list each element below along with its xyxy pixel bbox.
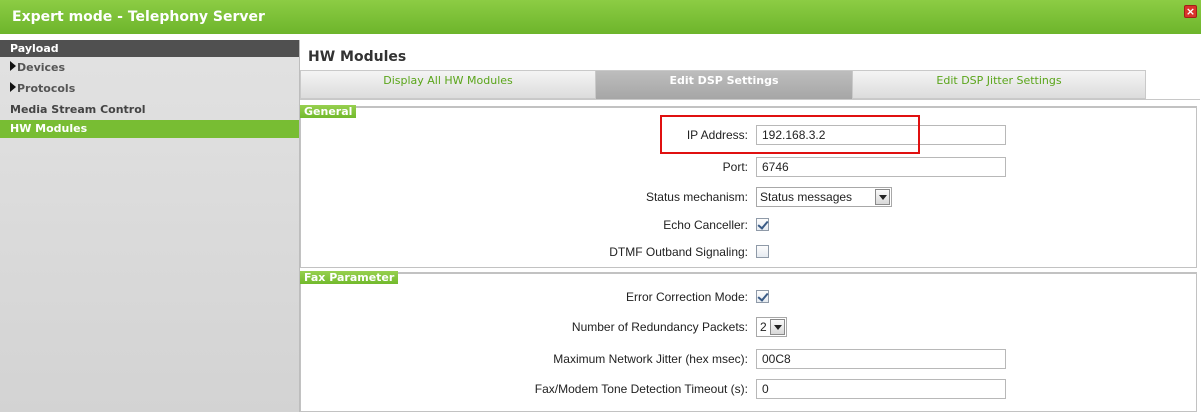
max-jitter-input[interactable] <box>756 349 1006 369</box>
chevron-down-icon[interactable] <box>770 319 785 335</box>
close-icon[interactable]: × <box>1184 5 1197 18</box>
window-titlebar: Expert mode - Telephony Server × <box>0 0 1201 34</box>
error-correction-label: Error Correction Mode: <box>625 290 748 304</box>
redundancy-packets-value: 2 <box>760 320 767 334</box>
port-row: Port: <box>301 156 1198 179</box>
echo-canceller-label: Echo Canceller: <box>663 218 748 232</box>
sidebar: Payload Devices Protocols Media Stream C… <box>0 40 300 412</box>
tone-timeout-label: Fax/Modem Tone Detection Timeout (s): <box>534 382 748 396</box>
max-jitter-label: Maximum Network Jitter (hex msec): <box>553 352 748 366</box>
tab-display-all-hw-modules[interactable]: Display All HW Modules <box>300 70 596 99</box>
sidebar-item-label: Protocols <box>17 82 76 95</box>
tab-bar: Display All HW Modules Edit DSP Settings… <box>300 70 1200 100</box>
status-mechanism-label: Status mechanism: <box>645 190 748 204</box>
port-label: Port: <box>722 160 748 174</box>
max-jitter-row: Maximum Network Jitter (hex msec): <box>301 348 1198 371</box>
page-title: HW Modules <box>308 49 407 65</box>
sidebar-item-protocols[interactable]: Protocols <box>0 78 299 99</box>
dtmf-outband-row: DTMF Outband Signaling: <box>301 241 1198 264</box>
status-mechanism-row: Status mechanism: Status messages <box>301 186 1198 209</box>
ip-address-input[interactable] <box>756 125 1006 145</box>
window-title: Expert mode - Telephony Server <box>12 9 265 25</box>
sidebar-item-label: HW Modules <box>10 122 88 135</box>
fax-parameter-section-label: Fax Parameter <box>300 271 399 284</box>
error-correction-row: Error Correction Mode: <box>301 286 1198 309</box>
fax-parameter-section: Fax Parameter Error Correction Mode: Num… <box>300 271 1198 412</box>
chevron-down-icon[interactable] <box>875 189 890 205</box>
sidebar-item-hw-modules[interactable]: HW Modules <box>0 120 299 138</box>
ip-address-row: IP Address: <box>301 124 1198 147</box>
port-input[interactable] <box>756 157 1006 177</box>
redundancy-packets-select[interactable]: 2 <box>756 317 787 337</box>
echo-canceller-row: Echo Canceller: <box>301 214 1198 237</box>
status-mechanism-select[interactable]: Status messages <box>756 187 892 207</box>
sidebar-item-label: Devices <box>17 61 66 74</box>
general-section: General IP Address: Port: Status mechani… <box>300 105 1198 268</box>
redundancy-packets-row: Number of Redundancy Packets: 2 <box>301 316 1198 339</box>
dtmf-outband-checkbox[interactable] <box>756 245 769 258</box>
status-mechanism-value: Status messages <box>760 190 853 204</box>
general-section-label: General <box>300 105 357 118</box>
sidebar-item-media-stream-control[interactable]: Media Stream Control <box>0 99 299 120</box>
sidebar-item-devices[interactable]: Devices <box>0 57 299 78</box>
tone-timeout-input[interactable] <box>756 379 1006 399</box>
tab-edit-dsp-jitter-settings[interactable]: Edit DSP Jitter Settings <box>852 70 1146 99</box>
expand-arrow-icon[interactable] <box>10 82 16 92</box>
dtmf-outband-label: DTMF Outband Signaling: <box>609 245 748 259</box>
tab-edit-dsp-settings[interactable]: Edit DSP Settings <box>595 70 853 100</box>
error-correction-checkbox[interactable] <box>756 290 769 303</box>
sidebar-item-label: Media Stream Control <box>10 103 146 116</box>
ip-address-label: IP Address: <box>686 128 748 142</box>
redundancy-packets-label: Number of Redundancy Packets: <box>571 320 748 334</box>
expand-arrow-icon[interactable] <box>10 61 16 71</box>
sidebar-header: Payload <box>0 40 299 57</box>
main-panel: HW Modules Display All HW Modules Edit D… <box>300 40 1201 412</box>
tone-timeout-row: Fax/Modem Tone Detection Timeout (s): <box>301 378 1198 401</box>
echo-canceller-checkbox[interactable] <box>756 218 769 231</box>
